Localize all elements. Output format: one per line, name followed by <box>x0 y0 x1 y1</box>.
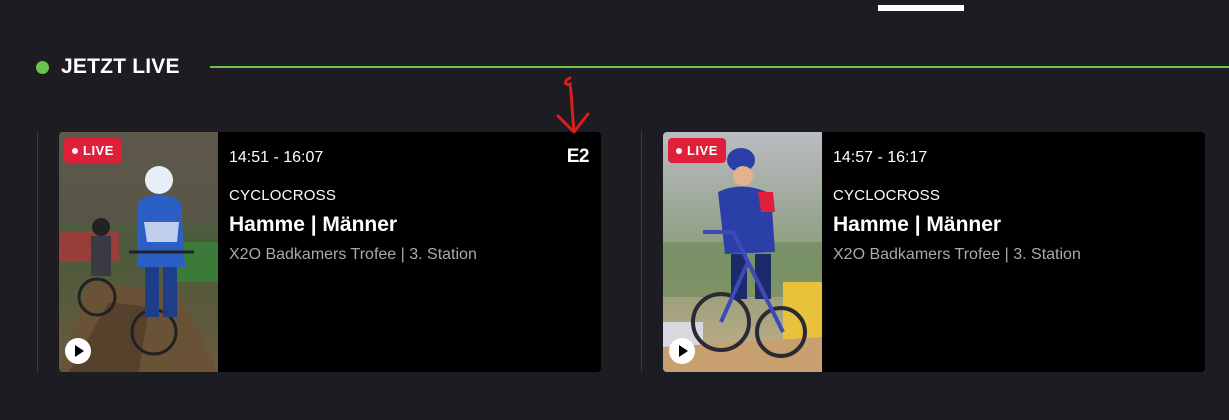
live-badge: LIVE <box>64 138 122 163</box>
play-icon <box>679 345 688 357</box>
live-badge-label: LIVE <box>83 143 114 158</box>
live-event-card[interactable]: LIVE 14:57 - 16:17 CYCLOCROSS Hamme | Mä… <box>663 132 1205 372</box>
card-divider <box>641 131 642 372</box>
event-sport: CYCLOCROSS <box>833 187 941 204</box>
live-event-card[interactable]: LIVE 14:51 - 16:07 CYCLOCROSS Hamme | Mä… <box>59 132 601 372</box>
event-thumbnail[interactable]: LIVE <box>59 132 218 372</box>
event-info: 14:57 - 16:17 CYCLOCROSS Hamme | Männer … <box>833 132 1205 372</box>
live-dot-icon <box>676 147 682 154</box>
tab-active-indicator <box>878 5 964 11</box>
event-title[interactable]: Hamme | Männer <box>229 213 397 237</box>
live-dot-icon <box>36 60 49 74</box>
event-thumbnail[interactable]: LIVE <box>663 132 822 372</box>
live-dot-icon <box>72 147 78 154</box>
cyclocross-photo <box>663 132 822 372</box>
event-time: 14:57 - 16:17 <box>833 149 928 166</box>
event-title[interactable]: Hamme | Männer <box>833 213 1001 237</box>
cyclocross-photo <box>59 132 218 372</box>
play-button[interactable] <box>65 338 91 364</box>
annotation-arrow-icon <box>556 76 590 134</box>
play-icon <box>75 345 84 357</box>
live-badge: LIVE <box>668 138 726 163</box>
event-sport: CYCLOCROSS <box>229 187 337 204</box>
section-divider-line <box>209 66 1229 68</box>
event-time: 14:51 - 16:07 <box>229 149 324 166</box>
section-title: JETZT LIVE <box>61 55 180 78</box>
card-divider <box>37 131 38 372</box>
channel-logo: E2 <box>566 146 590 167</box>
live-badge-label: LIVE <box>687 143 718 158</box>
event-subtitle: X2O Badkamers Trofee | 3. Station <box>229 246 477 263</box>
event-info: 14:51 - 16:07 CYCLOCROSS Hamme | Männer … <box>229 132 601 372</box>
section-header: JETZT LIVE <box>36 50 1229 84</box>
event-subtitle: X2O Badkamers Trofee | 3. Station <box>833 246 1081 263</box>
play-button[interactable] <box>669 338 695 364</box>
